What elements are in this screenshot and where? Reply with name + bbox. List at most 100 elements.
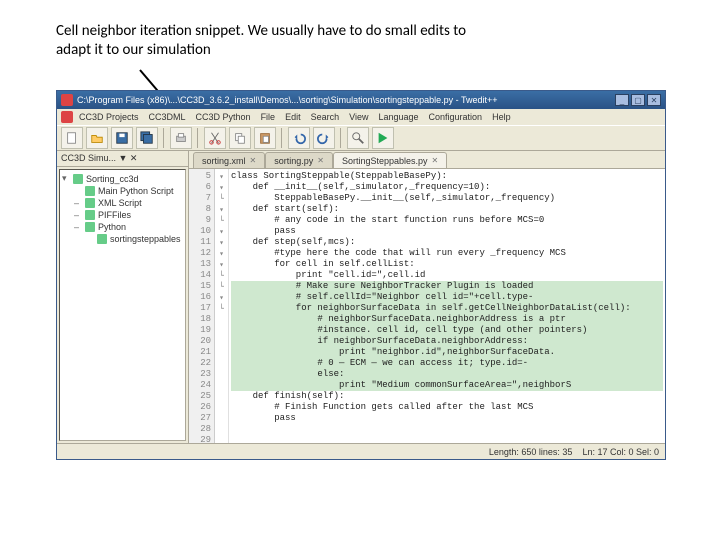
code-line[interactable]: #instance. cell id, cell type (and other… [231,325,663,336]
tab-label: sorting.py [274,156,313,166]
tab-close-icon[interactable]: ✕ [317,156,324,165]
code-line[interactable]: # self.cellId="Neighbor cell id="+cell.t… [231,292,663,303]
menubar: CC3D Projects CC3DML CC3D Python File Ed… [57,109,665,125]
code-line[interactable]: def finish(self): [231,391,663,402]
tab-row: sorting.xml✕sorting.py✕SortingSteppables… [189,151,665,169]
tb-save-icon[interactable] [111,127,133,149]
page-caption: Cell neighbor iteration snippet. We usua… [56,22,486,60]
tree-twisty-icon[interactable]: – [74,210,82,220]
code-line[interactable]: for neighborSurfaceData in self.getCellN… [231,303,663,314]
status-length: Length: 650 lines: 35 [489,447,573,457]
tb-redo-icon[interactable] [313,127,335,149]
code-line[interactable]: print "neighbor.id",neighborSurfaceData. [231,347,663,358]
code-line[interactable]: if neighborSurfaceData.neighborAddress: [231,336,663,347]
tree-file-icon [85,210,95,220]
code-line[interactable]: def step(self,mcs): [231,237,663,248]
tb-copy-icon[interactable] [229,127,251,149]
tree-item[interactable]: Main Python Script [62,185,183,197]
code-line[interactable]: # 0 — ECM — we can access it; type.id=- [231,358,663,369]
code-line[interactable]: # neighborSurfaceData.neighborAddress is… [231,314,663,325]
titlebar: C:\Program Files (x86)\...\CC3D_3.6.2_in… [57,91,665,109]
menu-file[interactable]: File [257,111,280,123]
tree-file-icon [73,174,83,184]
code-line[interactable]: pass [231,413,663,424]
code-line[interactable]: def start(self): [231,204,663,215]
tree-twisty-icon[interactable]: ▾ [62,173,70,184]
tree-item[interactable]: – XML Script [62,197,183,209]
menu-language[interactable]: Language [374,111,422,123]
tb-undo-icon[interactable] [288,127,310,149]
menu-app-icon [61,111,73,123]
line-gutter: 5678910111213141516171819202122232425262… [189,169,215,443]
editor-area: sorting.xml✕sorting.py✕SortingSteppables… [189,151,665,443]
app-window: C:\Program Files (x86)\...\CC3D_3.6.2_in… [56,90,666,460]
statusbar: Length: 650 lines: 35 Ln: 17 Col: 0 Sel:… [57,443,665,459]
code-line[interactable]: def __init__(self,_simulator,_frequency=… [231,182,663,193]
tree-label: XML Script [98,198,142,208]
close-button[interactable]: ✕ [647,94,661,106]
code-line[interactable]: for cell in self.cellList: [231,259,663,270]
tree-label: Python [98,222,126,232]
tb-saveall-icon[interactable] [136,127,158,149]
window-controls: _ ▢ ✕ [615,94,661,106]
code-content[interactable]: class SortingSteppable(SteppableBasePy):… [229,169,665,443]
tree-file-icon [85,198,95,208]
toolbar-sep [340,128,342,148]
editor-tab[interactable]: sorting.xml ✕ [193,152,265,168]
code-line[interactable]: else: [231,369,663,380]
tree-item[interactable]: sortingsteppables [62,233,183,245]
app-icon [61,94,73,106]
tree-label: Sorting_cc3d [86,174,139,184]
project-tree[interactable]: ▾ Sorting_cc3d Main Python Script – XML Scri… [59,169,186,441]
menu-help[interactable]: Help [488,111,515,123]
menu-search[interactable]: Search [307,111,344,123]
tab-close-icon[interactable]: ✕ [250,156,257,165]
tb-find-icon[interactable] [347,127,369,149]
code-line[interactable]: class SortingSteppable(SteppableBasePy): [231,171,663,182]
tree-file-icon [97,234,107,244]
menu-view[interactable]: View [345,111,372,123]
code-line[interactable]: # any code in the start function runs be… [231,215,663,226]
tb-print-icon[interactable] [170,127,192,149]
editor-tab[interactable]: sorting.py ✕ [265,152,333,168]
tb-cut-icon[interactable] [204,127,226,149]
tree-twisty-icon[interactable]: – [74,198,82,208]
tree-label: PIFFiles [98,210,131,220]
menu-edit[interactable]: Edit [281,111,305,123]
code-line[interactable]: # Finish Function gets called after the … [231,402,663,413]
tree-item[interactable]: ▾ Sorting_cc3d [62,172,183,185]
fold-column[interactable]: ▾▾└▾└▾▾▾▾└└▾└ [215,169,229,443]
tb-open-icon[interactable] [86,127,108,149]
minimize-button[interactable]: _ [615,94,629,106]
code-line[interactable]: #type here the code that will run every … [231,248,663,259]
tb-new-icon[interactable] [61,127,83,149]
menu-configuration[interactable]: Configuration [425,111,487,123]
tree-file-icon [85,186,95,196]
menu-cc3d-python[interactable]: CC3D Python [192,111,255,123]
tree-label: Main Python Script [98,186,174,196]
code-editor[interactable]: 5678910111213141516171819202122232425262… [189,169,665,443]
menu-cc3dml[interactable]: CC3DML [145,111,190,123]
tree-item[interactable]: – Python [62,221,183,233]
tab-close-icon[interactable]: ✕ [432,156,439,165]
code-line[interactable]: print "cell.id=",cell.id [231,270,663,281]
tree-item[interactable]: – PIFFiles [62,209,183,221]
toolbar [57,125,665,151]
code-line[interactable]: print "Medium commonSurfaceArea=",neighb… [231,380,663,391]
code-line[interactable]: # Make sure NeighborTracker Plugin is lo… [231,281,663,292]
tree-file-icon [85,222,95,232]
maximize-button[interactable]: ▢ [631,94,645,106]
tb-paste-icon[interactable] [254,127,276,149]
window-title: C:\Program Files (x86)\...\CC3D_3.6.2_in… [77,95,611,105]
tab-label: sorting.xml [202,156,246,166]
tree-twisty-icon[interactable]: – [74,222,82,232]
menu-cc3d-projects[interactable]: CC3D Projects [75,111,143,123]
sidebar-header: CC3D Simu... ▼ ✕ [57,151,188,167]
toolbar-sep [163,128,165,148]
sidebar: CC3D Simu... ▼ ✕ ▾ Sorting_cc3d Main Pytho… [57,151,189,443]
tb-run-icon[interactable] [372,127,394,149]
status-position: Ln: 17 Col: 0 Sel: 0 [582,447,659,457]
editor-tab[interactable]: SortingSteppables.py✕ [333,152,447,168]
code-line[interactable]: SteppableBasePy.__init__(self,_simulator… [231,193,663,204]
code-line[interactable]: pass [231,226,663,237]
